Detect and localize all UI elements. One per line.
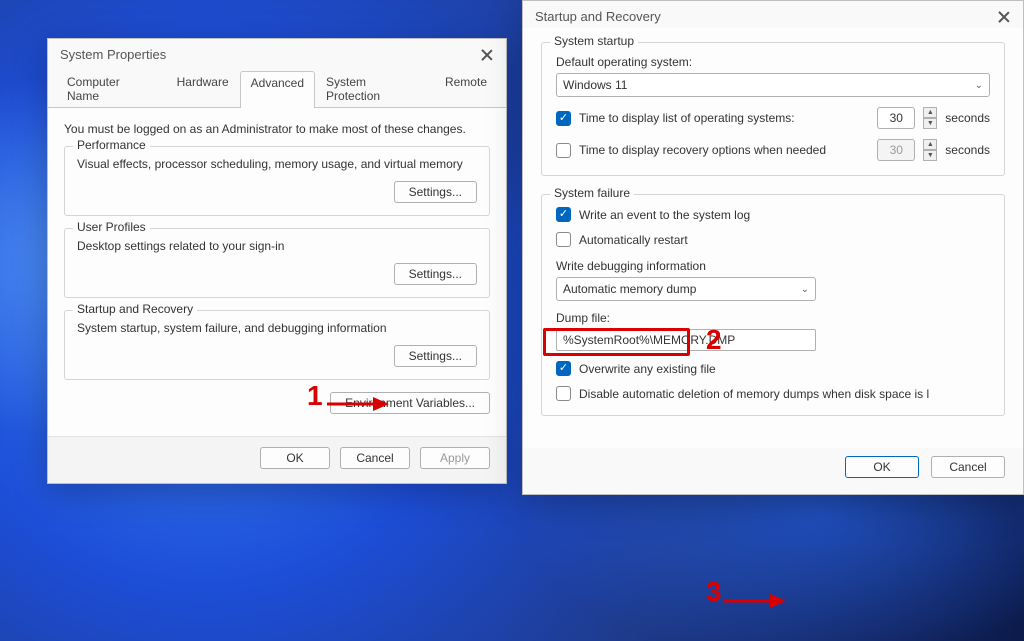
overwrite-checkbox[interactable]: ✓ xyxy=(556,361,571,376)
startup-recovery-settings-button[interactable]: Settings... xyxy=(394,345,477,367)
seconds-label: seconds xyxy=(945,111,990,125)
cancel-button[interactable]: Cancel xyxy=(931,456,1005,478)
section-legend: System startup xyxy=(550,34,638,48)
disable-delete-row: Disable automatic deletion of memory dum… xyxy=(556,386,990,401)
time-list-seconds-input[interactable] xyxy=(877,107,915,129)
seconds-label: seconds xyxy=(945,143,990,157)
system-failure-section: System failure ✓ Write an event to the s… xyxy=(541,194,1005,416)
ok-button[interactable]: OK xyxy=(845,456,919,478)
user-profiles-group: User Profiles Desktop settings related t… xyxy=(64,228,490,298)
tab-computer-name[interactable]: Computer Name xyxy=(56,70,166,107)
auto-restart-label: Automatically restart xyxy=(579,233,990,247)
disable-delete-label: Disable automatic deletion of memory dum… xyxy=(579,387,990,401)
tab-hardware[interactable]: Hardware xyxy=(166,70,240,107)
window-title: Startup and Recovery xyxy=(535,9,661,24)
dialog-buttons: OK Cancel Apply xyxy=(48,436,506,483)
auto-restart-checkbox[interactable] xyxy=(556,232,571,247)
time-list-label: Time to display list of operating system… xyxy=(579,111,869,125)
titlebar: System Properties xyxy=(48,39,506,66)
dialog-body: System startup Default operating system:… xyxy=(523,28,1023,448)
overwrite-label: Overwrite any existing file xyxy=(579,362,990,376)
spin-buttons[interactable]: ▲▼ xyxy=(923,139,937,161)
ok-button[interactable]: OK xyxy=(260,447,330,469)
group-desc: Desktop settings related to your sign-in xyxy=(77,239,477,253)
group-desc: Visual effects, processor scheduling, me… xyxy=(77,157,477,171)
close-icon[interactable] xyxy=(480,48,494,62)
window-title: System Properties xyxy=(60,47,166,62)
auto-restart-row: Automatically restart xyxy=(556,232,990,247)
time-recovery-seconds-input[interactable] xyxy=(877,139,915,161)
tab-remote[interactable]: Remote xyxy=(434,70,498,107)
select-value: Automatic memory dump xyxy=(563,282,696,296)
chevron-down-icon: ⌄ xyxy=(801,284,809,295)
startup-recovery-group: Startup and Recovery System startup, sys… xyxy=(64,310,490,380)
system-startup-section: System startup Default operating system:… xyxy=(541,42,1005,176)
environment-variables-button[interactable]: Environment Variables... xyxy=(330,392,490,414)
annotation-arrow-3 xyxy=(724,592,786,610)
group-legend: Startup and Recovery xyxy=(73,302,197,316)
write-event-row: ✓ Write an event to the system log xyxy=(556,207,990,222)
user-profiles-settings-button[interactable]: Settings... xyxy=(394,263,477,285)
system-properties-dialog: System Properties Computer Name Hardware… xyxy=(47,38,507,484)
tabstrip: Computer Name Hardware Advanced System P… xyxy=(48,70,506,108)
group-legend: User Profiles xyxy=(73,220,150,234)
time-recovery-row: Time to display recovery options when ne… xyxy=(556,139,990,161)
dialog-buttons: OK Cancel xyxy=(523,448,1023,494)
close-icon[interactable] xyxy=(997,10,1011,24)
annotation-number-3: 3 xyxy=(706,576,722,608)
startup-recovery-dialog: Startup and Recovery System startup Defa… xyxy=(522,0,1024,495)
cancel-button[interactable]: Cancel xyxy=(340,447,410,469)
overwrite-row: ✓ Overwrite any existing file xyxy=(556,361,990,376)
performance-group: Performance Visual effects, processor sc… xyxy=(64,146,490,216)
select-value: Windows 11 xyxy=(563,78,627,92)
group-legend: Performance xyxy=(73,138,150,152)
time-recovery-checkbox[interactable] xyxy=(556,143,571,158)
admin-note: You must be logged on as an Administrato… xyxy=(64,122,490,136)
time-list-checkbox[interactable]: ✓ xyxy=(556,111,571,126)
group-desc: System startup, system failure, and debu… xyxy=(77,321,477,335)
write-event-label: Write an event to the system log xyxy=(579,208,990,222)
default-os-select[interactable]: Windows 11 ⌄ xyxy=(556,73,990,97)
chevron-down-icon: ⌄ xyxy=(975,80,983,91)
performance-settings-button[interactable]: Settings... xyxy=(394,181,477,203)
dialog-body: You must be logged on as an Administrato… xyxy=(48,108,506,436)
dump-type-select[interactable]: Automatic memory dump ⌄ xyxy=(556,277,816,301)
tab-system-protection[interactable]: System Protection xyxy=(315,70,434,107)
section-legend: System failure xyxy=(550,186,634,200)
write-event-checkbox[interactable]: ✓ xyxy=(556,207,571,222)
titlebar: Startup and Recovery xyxy=(523,1,1023,28)
time-list-row: ✓ Time to display list of operating syst… xyxy=(556,107,990,129)
dump-file-label: Dump file: xyxy=(556,311,990,325)
annotation-box-2 xyxy=(543,328,690,356)
spin-buttons[interactable]: ▲▼ xyxy=(923,107,937,129)
apply-button[interactable]: Apply xyxy=(420,447,490,469)
disable-delete-checkbox[interactable] xyxy=(556,386,571,401)
default-os-label: Default operating system: xyxy=(556,55,990,69)
time-recovery-label: Time to display recovery options when ne… xyxy=(579,143,869,157)
tab-advanced[interactable]: Advanced xyxy=(240,71,315,108)
write-debug-label: Write debugging information xyxy=(556,259,990,273)
